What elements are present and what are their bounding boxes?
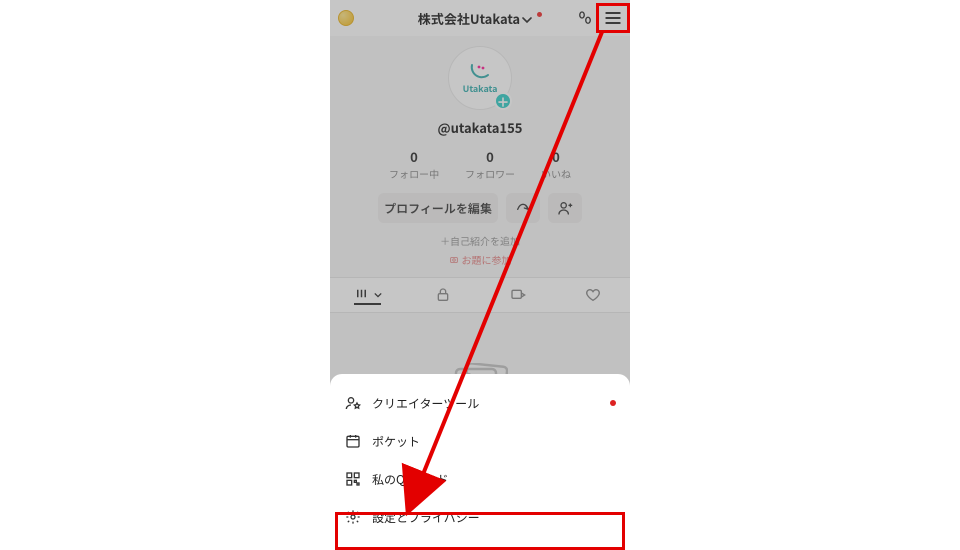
calendar-icon xyxy=(344,432,362,450)
gear-icon xyxy=(344,508,362,526)
topic-hint[interactable]: お題に参加 xyxy=(449,252,512,267)
avatar-brand-label: Utakata xyxy=(463,82,498,95)
person-star-icon xyxy=(344,394,362,412)
profile-actions: プロフィールを編集 xyxy=(330,193,630,223)
tab-private[interactable] xyxy=(405,287,480,303)
stat-likes[interactable]: 0 いいね xyxy=(541,147,571,181)
profile-section: Utakata ＋ @utakata155 0 フォロー中 0 フォロワー 0 … xyxy=(330,36,630,267)
top-bar: 株式会社Utakata xyxy=(330,0,630,36)
sheet-item-creator-tools[interactable]: クリエイターツール xyxy=(330,384,630,422)
profile-handle: @utakata155 xyxy=(330,118,630,137)
sheet-item-settings-privacy[interactable]: 設定とプライバシー xyxy=(330,498,630,536)
notification-dot-icon xyxy=(537,12,542,17)
sheet-item-qr[interactable]: 私のQRコード xyxy=(330,460,630,498)
tab-grid[interactable] xyxy=(330,286,405,304)
footprints-icon[interactable] xyxy=(576,9,594,27)
add-friend-button[interactable] xyxy=(548,193,582,223)
stats-row: 0 フォロー中 0 フォロワー 0 いいね xyxy=(330,147,630,181)
edit-profile-button[interactable]: プロフィールを編集 xyxy=(378,193,498,223)
add-bio-hint[interactable]: ＋自己紹介を追加 xyxy=(440,233,520,248)
top-bar-right xyxy=(576,0,626,36)
chevron-down-icon xyxy=(522,9,532,28)
account-switcher[interactable]: 株式会社Utakata xyxy=(418,9,542,28)
tab-repost[interactable] xyxy=(480,287,555,303)
profile-hints: ＋自己紹介を追加 お題に参加 xyxy=(330,233,630,267)
qr-icon xyxy=(344,470,362,488)
bottom-sheet: クリエイターツール ポケット 私のQRコード 設定とプライバシー xyxy=(330,374,630,540)
sheet-item-label: 私のQRコード xyxy=(372,471,449,488)
content-tabs xyxy=(330,277,630,313)
stat-following[interactable]: 0 フォロー中 xyxy=(389,147,439,181)
add-story-badge-icon[interactable]: ＋ xyxy=(494,92,512,110)
coin-icon[interactable] xyxy=(338,10,354,26)
share-profile-button[interactable] xyxy=(506,193,540,223)
sheet-item-pocket[interactable]: ポケット xyxy=(330,422,630,460)
tab-liked[interactable] xyxy=(555,287,630,303)
notification-dot-icon xyxy=(610,400,616,406)
account-name: 株式会社Utakata xyxy=(418,9,520,28)
phone-frame: 株式会社Utakata xyxy=(330,0,630,540)
sheet-item-label: ポケット xyxy=(372,433,420,450)
stat-followers[interactable]: 0 フォロワー xyxy=(465,147,515,181)
hamburger-menu-icon[interactable] xyxy=(600,5,626,31)
sheet-item-label: クリエイターツール xyxy=(372,395,479,412)
sheet-item-label: 設定とプライバシー xyxy=(372,509,480,526)
avatar-wrap[interactable]: Utakata ＋ xyxy=(448,46,512,110)
